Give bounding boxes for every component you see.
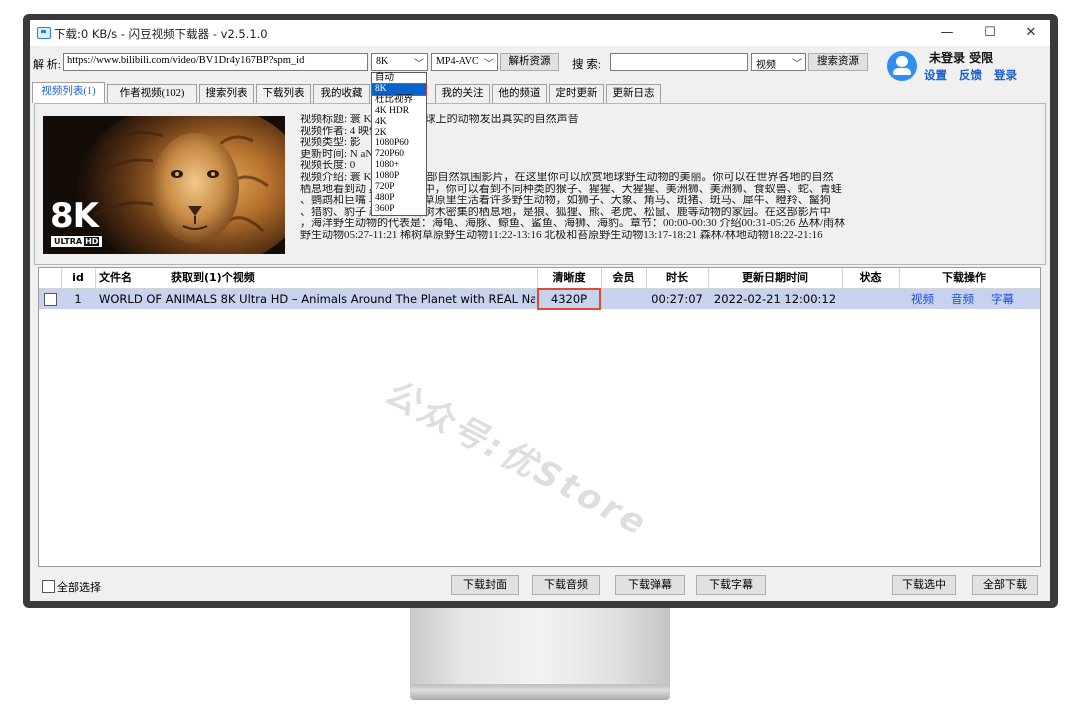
codec-select[interactable]: MP4-AVC ﹀ xyxy=(431,53,498,71)
tab-bar: 视频列表(1) 作者视频(102) 搜索列表 下载列表 我的收藏 我的关注 他的… xyxy=(30,82,710,103)
chevron-down-icon: ﹀ xyxy=(792,59,802,70)
select-all-checkbox[interactable] xyxy=(42,580,55,593)
row-download-video-link[interactable]: 视频 xyxy=(911,289,934,309)
download-selected-button[interactable]: 下载选中 xyxy=(892,575,956,595)
badge-ultra-text: ULTRA xyxy=(54,237,83,246)
search-input[interactable] xyxy=(610,53,748,71)
codec-select-value: MP4-AVC xyxy=(436,56,479,67)
row-updated: 2022-02-21 12:00:12 xyxy=(713,292,837,306)
close-button[interactable]: ✕ xyxy=(1014,23,1048,43)
badge-ultra-hd: ULTRA HD xyxy=(51,236,103,247)
header-updated[interactable]: 更新日期时间 xyxy=(708,268,843,288)
quality-option[interactable]: 4K HDR xyxy=(372,106,426,117)
quality-select[interactable]: 8K ﹀ xyxy=(371,53,428,71)
row-download-subtitle-link[interactable]: 字幕 xyxy=(991,289,1014,309)
quality-option[interactable]: 360P xyxy=(372,204,426,215)
header-fetched-count: 获取到(1)个视频 xyxy=(171,268,538,288)
tab-author-videos[interactable]: 作者视频(102) xyxy=(107,84,197,103)
quality-option[interactable]: 自动 xyxy=(372,73,426,84)
row-status xyxy=(842,289,899,309)
header-status[interactable]: 状态 xyxy=(842,268,900,288)
video-thumbnail: 8K ULTRA HD xyxy=(43,116,285,254)
download-subtitle-button[interactable]: 下载字幕 xyxy=(696,575,766,595)
quality-option[interactable]: 720P xyxy=(372,182,426,193)
quality-highlight-box xyxy=(537,288,601,310)
header-vip[interactable]: 会员 xyxy=(601,268,647,288)
tab-channel[interactable]: 他的频道 xyxy=(492,84,547,103)
minimize-button[interactable]: — xyxy=(930,23,964,43)
tab-scheduled[interactable]: 定时更新 xyxy=(549,84,604,103)
download-cover-button[interactable]: 下载封面 xyxy=(451,575,519,595)
title-bar: 下载:0 KB/s - 闪豆视频下载器 - v2.5.1.0 — ☐ ✕ xyxy=(30,20,1050,46)
login-link[interactable]: 登录 xyxy=(994,68,1017,82)
quality-option[interactable]: 2K xyxy=(372,128,426,139)
app-window: 下载:0 KB/s - 闪豆视频下载器 - v2.5.1.0 — ☐ ✕ 解 析… xyxy=(30,20,1050,601)
quality-option[interactable]: 1080P60 xyxy=(372,138,426,149)
row-duration: 00:27:07 xyxy=(651,292,703,306)
header-checkbox-col xyxy=(39,268,62,288)
header-filename[interactable]: 文件名 xyxy=(99,268,159,288)
quality-option[interactable]: 1080+ xyxy=(372,160,426,171)
info-desc-6: 野生动物05:27-11:21 稀树草原野生动物11:22-13:16 北极和苔… xyxy=(300,229,823,241)
quality-option[interactable]: 1080P xyxy=(372,171,426,182)
table-header: id 文件名 获取到(1)个视频 清晰度 会员 时长 更新日期时间 状态 下载操… xyxy=(39,268,1040,289)
quality-option[interactable]: 480P xyxy=(372,193,426,204)
monitor-base xyxy=(410,684,670,700)
quality-option[interactable]: 杜比视界 xyxy=(372,95,426,106)
quality-select-value: 8K xyxy=(376,56,389,67)
parse-button[interactable]: 解析资源 xyxy=(500,53,559,71)
app-icon xyxy=(37,27,51,39)
info-desc-5: ，海洋野生动物的代表是：海龟、海豚、鲸鱼、鲨鱼、海狮、海豹。章节：00:00-0… xyxy=(300,218,846,230)
header-quality[interactable]: 清晰度 xyxy=(537,268,602,288)
video-table: id 文件名 获取到(1)个视频 清晰度 会员 时长 更新日期时间 状态 下载操… xyxy=(38,267,1041,567)
search-label: 搜 索: xyxy=(572,59,602,71)
quality-option-selected[interactable]: 8K xyxy=(371,82,427,96)
download-audio-button[interactable]: 下载音频 xyxy=(532,575,600,595)
row-vip xyxy=(601,289,646,309)
monitor-stand xyxy=(410,606,670,686)
row-filename: WORLD OF ANIMALS 8K Ultra HD – Animals A… xyxy=(99,292,535,306)
parse-label: 解 析: xyxy=(33,59,61,71)
badge-hd-text: HD xyxy=(84,237,100,246)
quality-option[interactable]: 720P60 xyxy=(372,149,426,160)
user-avatar-icon[interactable] xyxy=(887,51,917,81)
quality-dropdown-list: 自动 8K 杜比视界 4K HDR 4K 2K 1080P60 720P60 1… xyxy=(371,72,427,216)
tab-download-list[interactable]: 下载列表 xyxy=(256,84,311,103)
row-download-audio-link[interactable]: 音频 xyxy=(951,289,974,309)
tab-favorites[interactable]: 我的收藏 xyxy=(313,84,370,103)
bottom-bar: 全部选择 下载封面 下载音频 下载弹幕 下载字幕 下载选中 全部下载 xyxy=(30,572,1050,598)
header-id[interactable]: id xyxy=(61,268,96,288)
download-all-button[interactable]: 全部下载 xyxy=(972,575,1038,595)
feedback-link[interactable]: 反馈 xyxy=(959,68,982,82)
chevron-down-icon: ﹀ xyxy=(484,59,494,70)
search-type-select[interactable]: 视频 ﹀ xyxy=(751,53,806,71)
tab-video-list[interactable]: 视频列表(1) xyxy=(32,82,105,103)
header-duration[interactable]: 时长 xyxy=(646,268,709,288)
url-input[interactable]: https://www.bilibili.com/video/BV1Dr4y16… xyxy=(63,53,368,71)
search-button[interactable]: 搜索资源 xyxy=(808,53,868,71)
settings-link[interactable]: 设置 xyxy=(924,68,947,82)
tab-search-list[interactable]: 搜索列表 xyxy=(199,84,254,103)
user-links: 设置 反馈 登录 xyxy=(924,67,1025,83)
row-checkbox[interactable] xyxy=(44,293,57,306)
badge-8k: 8K xyxy=(50,196,99,236)
download-danmaku-button[interactable]: 下载弹幕 xyxy=(615,575,685,595)
maximize-button[interactable]: ☐ xyxy=(973,23,1007,43)
chevron-down-icon: ﹀ xyxy=(414,59,424,70)
row-id: 1 xyxy=(74,292,82,306)
select-all-label[interactable]: 全部选择 xyxy=(57,579,101,595)
video-info-panel: 8K ULTRA HD 视频标题: 寰 K超高清 - 地球上的动物发出真实的自然声… xyxy=(34,103,1046,265)
header-actions: 下载操作 xyxy=(942,271,986,284)
tab-following[interactable]: 我的关注 xyxy=(435,84,490,103)
search-type-value: 视频 xyxy=(756,60,776,71)
login-status: 未登录 受限 xyxy=(929,51,994,65)
tab-changelog[interactable]: 更新日志 xyxy=(606,84,661,103)
quality-option[interactable]: 4K xyxy=(372,117,426,128)
window-title: 下载:0 KB/s - 闪豆视频下载器 - v2.5.1.0 xyxy=(54,27,268,41)
